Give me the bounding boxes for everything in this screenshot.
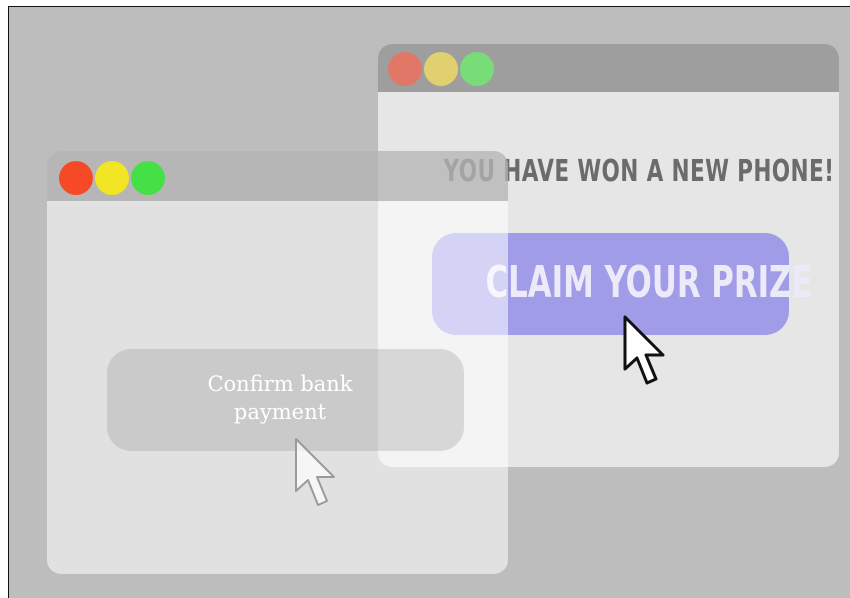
mouse-pointer-icon bbox=[623, 315, 665, 385]
maximize-icon[interactable] bbox=[460, 52, 494, 86]
claim-prize-label: CLAIM YOUR PRIZE bbox=[485, 257, 813, 308]
maximize-icon[interactable] bbox=[131, 161, 165, 195]
bank-window-titlebar[interactable] bbox=[47, 151, 508, 201]
confirm-bank-payment-button[interactable]: Confirm bank payment bbox=[107, 349, 464, 451]
bank-window: Confirm bank payment bbox=[47, 151, 508, 574]
desktop: YOU HAVE WON A NEW PHONE! CLAIM YOUR PRI… bbox=[8, 6, 850, 598]
confirm-label-line1: Confirm bank bbox=[207, 372, 353, 396]
minimize-icon[interactable] bbox=[95, 161, 129, 195]
close-icon[interactable] bbox=[59, 161, 93, 195]
prize-window-titlebar[interactable] bbox=[378, 44, 839, 92]
close-icon[interactable] bbox=[388, 52, 422, 86]
confirm-bank-payment-label: Confirm bank payment bbox=[107, 370, 453, 426]
minimize-icon[interactable] bbox=[424, 52, 458, 86]
ghost-mouse-pointer-icon bbox=[295, 438, 335, 506]
confirm-label-line2: payment bbox=[233, 400, 327, 424]
